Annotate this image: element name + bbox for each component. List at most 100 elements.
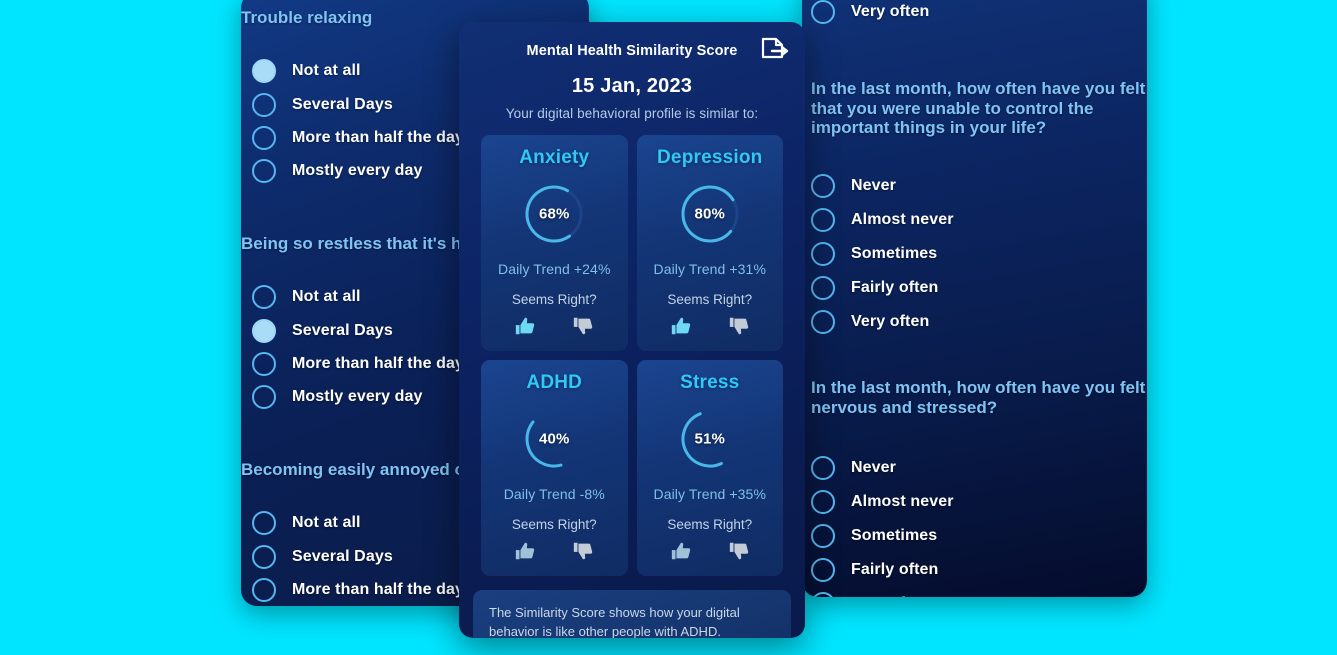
feedback-prompt: Seems Right? [667, 517, 753, 532]
radio-button[interactable] [811, 310, 835, 334]
thumbs-down-icon[interactable] [728, 540, 750, 562]
document-export-icon[interactable] [759, 36, 789, 68]
thumbs-up-icon[interactable] [670, 540, 692, 562]
radio-label: Fairly often [851, 279, 939, 296]
radio-button[interactable] [252, 351, 276, 376]
thumbs-up-icon[interactable] [670, 315, 692, 337]
score-value: 51% [694, 430, 726, 448]
page-title: Mental Health Similarity Score [526, 43, 738, 59]
radio-option-never[interactable]: Never [811, 169, 954, 203]
radio-label: Very often [851, 3, 930, 20]
daily-trend: Daily Trend +24% [498, 261, 611, 277]
score-value: 68% [538, 205, 570, 223]
radio-option-mostly-every-day[interactable]: Mostly every day [252, 154, 464, 187]
radio-label: Almost never [851, 211, 954, 228]
thumbs-down-icon[interactable] [728, 315, 750, 337]
radio-button[interactable] [811, 208, 835, 232]
radio-option-more-than-half[interactable]: More than half the day [252, 347, 464, 380]
radio-option-fairly-often[interactable]: Fairly often [811, 553, 954, 587]
screen: Trouble relaxing Not at all Several Days… [0, 0, 1337, 655]
radio-label: Several Days [292, 547, 393, 565]
thumbs-up-icon[interactable] [514, 315, 536, 337]
radio-option-very-often[interactable]: Very often [811, 587, 954, 597]
radio-label: Almost never [851, 493, 954, 510]
radio-button[interactable] [252, 511, 276, 535]
radio-option-very-often[interactable]: Very often [811, 305, 954, 339]
radio-option-fairly-often[interactable]: Fairly often [811, 271, 954, 305]
card-header: Mental Health Similarity Score [481, 36, 789, 72]
radio-label: Not at all [292, 288, 361, 305]
feedback-prompt: Seems Right? [511, 517, 597, 532]
radio-label: Mostly every day [292, 161, 423, 179]
radio-button[interactable] [811, 524, 835, 548]
question-title: In the last month, how often have you fe… [811, 79, 1146, 138]
radio-button[interactable] [252, 285, 276, 309]
metric-title: Depression [657, 147, 763, 168]
radio-button[interactable] [811, 242, 835, 266]
radio-label: Not at all [292, 514, 361, 531]
metric-title: ADHD [526, 372, 583, 393]
radio-label: Sometimes [851, 527, 938, 544]
feedback-prompt: Seems Right? [511, 292, 597, 307]
radio-option-more-than-half[interactable]: More than half the day [252, 121, 464, 154]
radio-button[interactable] [252, 59, 276, 83]
score-ring-stress: 51% [677, 406, 743, 472]
radio-button[interactable] [811, 174, 835, 198]
radio-button[interactable] [252, 384, 276, 409]
score-ring-anxiety: 68% [521, 181, 587, 247]
radio-button[interactable] [252, 577, 276, 602]
radio-option-not-at-all[interactable]: Not at all [252, 506, 464, 540]
question-title: In the last month, how often have you fe… [811, 378, 1146, 417]
thumbs-down-icon[interactable] [572, 540, 594, 562]
radio-button[interactable] [252, 158, 276, 183]
radio-button[interactable] [252, 125, 276, 150]
radio-option-sometimes[interactable]: Sometimes [811, 519, 954, 553]
metric-card-depression[interactable]: Depression 80% Daily Trend +31% Seems Ri… [636, 135, 783, 351]
radio-option-mostly-every-day[interactable]: Mostly every day [252, 380, 464, 413]
feedback-buttons [645, 540, 776, 562]
thumbs-up-icon[interactable] [514, 540, 536, 562]
metric-grid: Anxiety 68% Daily Trend +24% Seems Right… [481, 135, 783, 576]
score-value: 80% [694, 205, 726, 223]
thumbs-down-icon[interactable] [572, 315, 594, 337]
daily-trend: Daily Trend +35% [653, 486, 766, 502]
feedback-buttons [489, 315, 620, 337]
question-title: Trouble relaxing [241, 8, 373, 27]
question-title: Becoming easily annoyed or [241, 460, 472, 479]
radio-button[interactable] [811, 592, 835, 597]
radio-button[interactable] [811, 276, 835, 300]
metric-card-anxiety[interactable]: Anxiety 68% Daily Trend +24% Seems Right… [481, 135, 628, 351]
radio-button[interactable] [811, 490, 835, 514]
metric-card-adhd[interactable]: ADHD 40% Daily Trend -8% Seems Right? [481, 360, 628, 576]
radio-button[interactable] [252, 318, 276, 343]
radio-option-not-at-all[interactable]: Not at all [252, 54, 464, 88]
radio-option-not-at-all[interactable]: Not at all [252, 280, 464, 314]
radio-label: Fairly often [851, 561, 939, 578]
radio-option-very-often[interactable]: Very often [811, 0, 929, 24]
metric-card-stress[interactable]: Stress 51% Daily Trend +35% Seems Right? [636, 360, 783, 576]
score-ring-adhd: 40% [521, 406, 587, 472]
radio-label: Sometimes [851, 245, 938, 262]
metric-title: Anxiety [519, 147, 590, 168]
radio-option-sometimes[interactable]: Sometimes [811, 237, 954, 271]
radio-label: Never [851, 177, 896, 194]
similarity-score-explanation: The Similarity Score shows how your digi… [473, 590, 791, 638]
radio-option-never[interactable]: Never [811, 451, 954, 485]
radio-label: Never [851, 459, 896, 476]
radio-option-more-than-half[interactable]: More than half the day [252, 573, 464, 606]
radio-button[interactable] [811, 558, 835, 582]
radio-option-several-days[interactable]: Several Days [252, 540, 464, 573]
metric-title: Stress [680, 372, 740, 393]
radio-label: Several Days [292, 321, 393, 339]
radio-button[interactable] [811, 0, 835, 24]
radio-button[interactable] [252, 544, 276, 569]
radio-label: Mostly every day [292, 387, 423, 405]
card-subtitle: Your digital behavioral profile is simil… [505, 106, 759, 121]
radio-option-several-days[interactable]: Several Days [252, 314, 464, 347]
radio-button[interactable] [811, 456, 835, 480]
radio-option-several-days[interactable]: Several Days [252, 88, 464, 121]
radio-button[interactable] [252, 92, 276, 117]
daily-trend: Daily Trend -8% [503, 486, 605, 502]
radio-option-almost-never[interactable]: Almost never [811, 485, 954, 519]
radio-option-almost-never[interactable]: Almost never [811, 203, 954, 237]
